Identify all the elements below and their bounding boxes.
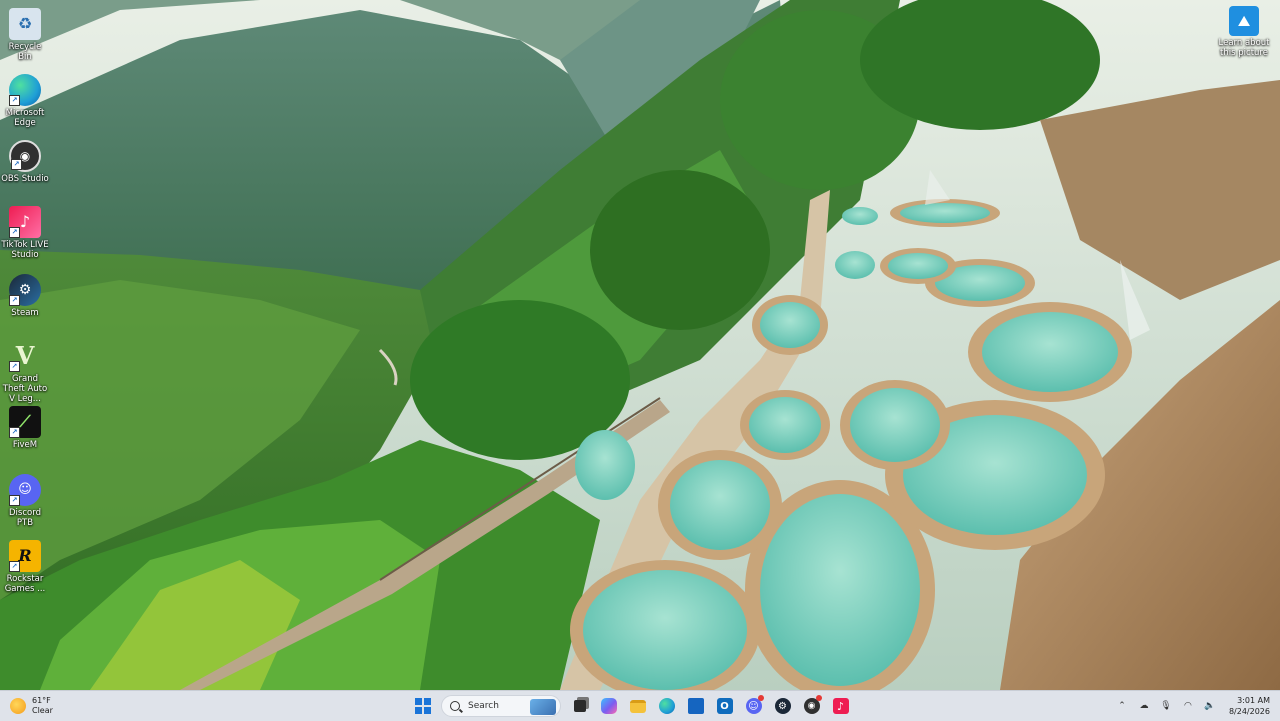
search-icon <box>450 701 460 711</box>
desktop-icon-label: OBS Studio <box>1 174 49 184</box>
desktop-wallpaper <box>0 0 1280 690</box>
taskbar-center: Search O ☺ ⚙ ◉ ♪ <box>408 694 855 718</box>
task-view-icon <box>573 700 586 712</box>
taskbar-steam[interactable]: ⚙ <box>771 694 795 718</box>
gta-icon: V ↗ <box>9 340 41 372</box>
sun-icon <box>10 698 26 714</box>
windows-start-icon <box>414 698 431 714</box>
tray-overflow-chevron-up-icon[interactable]: ⌃ <box>1115 699 1129 713</box>
shortcut-arrow-icon: ↗ <box>11 159 22 170</box>
volume-icon[interactable]: 🔈 <box>1203 699 1217 713</box>
learn-about-picture[interactable]: ⛰ Learn about this picture <box>1216 4 1272 58</box>
weather-widget[interactable]: 61°F Clear <box>10 694 53 718</box>
search-placeholder: Search <box>468 701 499 711</box>
weather-temperature: 61°F <box>32 696 51 705</box>
desktop-icon-fivem[interactable]: ⟋ ↗ FiveM <box>0 402 50 450</box>
shortcut-arrow-icon: ↗ <box>9 95 20 106</box>
desktop-icon-rockstar-games[interactable]: R ↗ Rockstar Games ... <box>0 536 50 594</box>
obs-icon: ◉ ↗ <box>9 140 41 172</box>
taskbar-file-explorer[interactable] <box>626 694 650 718</box>
desktop-icon-microsoft-edge[interactable]: ↗ Microsoft Edge <box>0 70 50 128</box>
tiktok-icon: ♪ <box>832 698 849 714</box>
discord-icon: ☺ ↗ <box>9 474 41 506</box>
desktop-icon-label: Discord PTB <box>9 508 41 528</box>
steam-icon: ⚙ ↗ <box>9 274 41 306</box>
desktop-icon-tiktok-live-studio[interactable]: ♪ ↗ TikTok LIVE Studio <box>0 202 50 260</box>
taskbar-tiktok[interactable]: ♪ <box>829 694 853 718</box>
shortcut-arrow-icon: ↗ <box>9 295 20 306</box>
taskbar-outlook[interactable]: O <box>713 694 737 718</box>
shortcut-arrow-icon: ↗ <box>9 361 20 372</box>
rockstar-icon: R ↗ <box>9 540 41 572</box>
weather-condition: Clear <box>32 706 53 715</box>
search-highlight-icon <box>530 699 556 715</box>
start-button[interactable] <box>411 694 435 718</box>
edge-icon: ↗ <box>9 74 41 106</box>
wifi-icon[interactable]: ◠ <box>1181 699 1195 713</box>
taskbar-edge[interactable] <box>655 694 679 718</box>
taskbar-task-view[interactable] <box>568 694 592 718</box>
desktop-icon-recycle-bin[interactable]: ♻ Recycle Bin <box>0 4 50 62</box>
desktop-icon-label: Microsoft Edge <box>5 108 45 128</box>
taskbar-copilot[interactable] <box>597 694 621 718</box>
microphone-icon[interactable]: 🎙 <box>1159 699 1173 713</box>
shortcut-arrow-icon: ↗ <box>9 561 20 572</box>
notification-badge-icon <box>757 695 764 701</box>
desktop-icon-obs-studio[interactable]: ◉ ↗ OBS Studio <box>0 136 50 184</box>
shortcut-arrow-icon: ↗ <box>9 427 20 438</box>
desktop-icon-label: FiveM <box>12 440 38 450</box>
folder-icon <box>629 699 646 713</box>
desktop-icon-steam[interactable]: ⚙ ↗ Steam <box>0 270 50 318</box>
taskbar: 61°F Clear Search O ☺ ⚙ ◉ ♪ ⌃ ☁ 🎙 ◠ 🔈 3:… <box>0 690 1280 721</box>
taskbar-obs[interactable]: ◉ <box>800 694 824 718</box>
learn-about-picture-label: Learn about this picture <box>1218 38 1270 58</box>
desktop-icon-label: Steam <box>11 308 39 318</box>
desktop-icon-discord-ptb[interactable]: ☺ ↗ Discord PTB <box>0 470 50 528</box>
steam-icon: ⚙ <box>774 698 791 714</box>
copilot-icon <box>600 698 617 714</box>
shortcut-arrow-icon: ↗ <box>9 227 20 238</box>
desktop-icon-gta-v[interactable]: V ↗ Grand Theft Auto V Leg... <box>0 336 50 405</box>
notification-badge-icon <box>815 695 822 701</box>
learn-about-picture-icon: ⛰ <box>1229 6 1259 36</box>
desktop-icon-label: TikTok LIVE Studio <box>1 240 49 260</box>
desktop-icon-label: Rockstar Games ... <box>4 574 46 594</box>
taskbar-microsoft-store[interactable] <box>684 694 708 718</box>
edge-icon <box>658 698 675 714</box>
shortcut-arrow-icon: ↗ <box>9 495 20 506</box>
clock-date: 8/24/2026 <box>1228 707 1270 716</box>
desktop-icon-label: Recycle Bin <box>8 42 42 62</box>
taskbar-clock[interactable]: 3:01 AM 8/24/2026 <box>1229 695 1270 717</box>
taskbar-search[interactable]: Search <box>441 695 561 717</box>
tray-security-icon[interactable]: ☁ <box>1137 699 1151 713</box>
system-tray: ⌃ ☁ 🎙 ◠ 🔈 3:01 AM 8/24/2026 <box>1111 691 1280 721</box>
desktop-icon-label: Grand Theft Auto V Leg... <box>2 374 48 404</box>
tiktok-live-icon: ♪ ↗ <box>9 206 41 238</box>
taskbar-discord[interactable]: ☺ <box>742 694 766 718</box>
clock-time: 3:01 AM <box>1237 696 1270 705</box>
store-icon <box>687 698 704 714</box>
fivem-icon: ⟋ ↗ <box>9 406 41 438</box>
recycle-bin-icon: ♻ <box>9 8 41 40</box>
outlook-icon: O <box>716 698 733 714</box>
